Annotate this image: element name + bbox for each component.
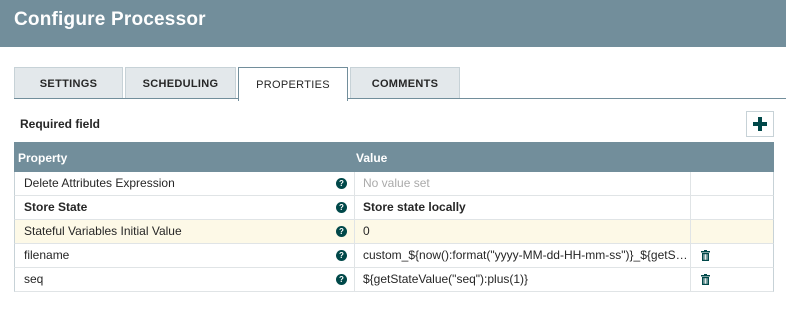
column-divider	[354, 244, 355, 267]
properties-table: Property Value Delete Attributes Express…	[14, 142, 774, 292]
help-icon[interactable]: ?	[336, 250, 347, 261]
column-divider	[690, 172, 691, 195]
dialog-header: Configure Processor	[0, 0, 786, 47]
property-name: filename	[24, 248, 70, 262]
trash-icon[interactable]	[701, 274, 710, 285]
column-divider	[354, 172, 355, 195]
tab-properties[interactable]: PROPERTIES	[238, 67, 348, 101]
tab-comments[interactable]: COMMENTS	[350, 67, 460, 99]
table-row[interactable]: seq ? ${getStateValue("seq"):plus(1)}	[14, 268, 774, 292]
column-divider	[354, 220, 355, 243]
column-header-value: Value	[356, 151, 388, 165]
plus-icon	[753, 117, 767, 131]
tab-underline	[14, 98, 786, 99]
tab-scheduling[interactable]: SCHEDULING	[125, 67, 236, 99]
help-icon[interactable]: ?	[336, 226, 347, 237]
property-name: Delete Attributes Expression	[24, 176, 175, 190]
column-divider	[690, 220, 691, 243]
column-divider	[354, 268, 355, 291]
help-icon[interactable]: ?	[336, 178, 347, 189]
column-divider	[354, 196, 355, 219]
table-row[interactable]: filename ? custom_${now():format("yyyy-M…	[14, 244, 774, 268]
property-name: Stateful Variables Initial Value	[24, 224, 182, 238]
add-property-button[interactable]	[746, 111, 774, 137]
column-divider	[690, 196, 691, 219]
property-value[interactable]: No value set	[363, 172, 688, 196]
dialog-title: Configure Processor	[14, 9, 206, 30]
column-header-property: Property	[18, 151, 68, 165]
property-value[interactable]: ${getStateValue("seq"):plus(1)}	[363, 268, 688, 292]
help-icon[interactable]: ?	[336, 202, 347, 213]
table-row[interactable]: Delete Attributes Expression ? No value …	[14, 172, 774, 196]
tab-properties-label: PROPERTIES	[256, 78, 330, 91]
tab-bar: SETTINGS SCHEDULING PROPERTIES COMMENTS	[14, 67, 774, 101]
help-icon[interactable]: ?	[336, 274, 347, 285]
property-value[interactable]: 0	[363, 220, 688, 244]
tab-comments-label: COMMENTS	[371, 77, 439, 90]
property-name: seq	[24, 272, 44, 286]
table-header: Property Value	[14, 142, 774, 172]
table-row[interactable]: Store State ? Store state locally	[14, 196, 774, 220]
table-row[interactable]: Stateful Variables Initial Value ? 0	[14, 220, 774, 244]
trash-icon[interactable]	[701, 250, 710, 261]
column-divider	[690, 268, 691, 291]
property-name: Store State	[24, 200, 88, 214]
required-field-label: Required field	[20, 117, 101, 131]
tab-scheduling-label: SCHEDULING	[142, 77, 219, 90]
property-value[interactable]: Store state locally	[363, 196, 688, 220]
property-value[interactable]: custom_${now():format("yyyy-MM-dd-HH-mm-…	[363, 244, 688, 268]
column-divider	[690, 244, 691, 267]
tab-settings[interactable]: SETTINGS	[14, 67, 123, 99]
tab-settings-label: SETTINGS	[39, 77, 98, 90]
